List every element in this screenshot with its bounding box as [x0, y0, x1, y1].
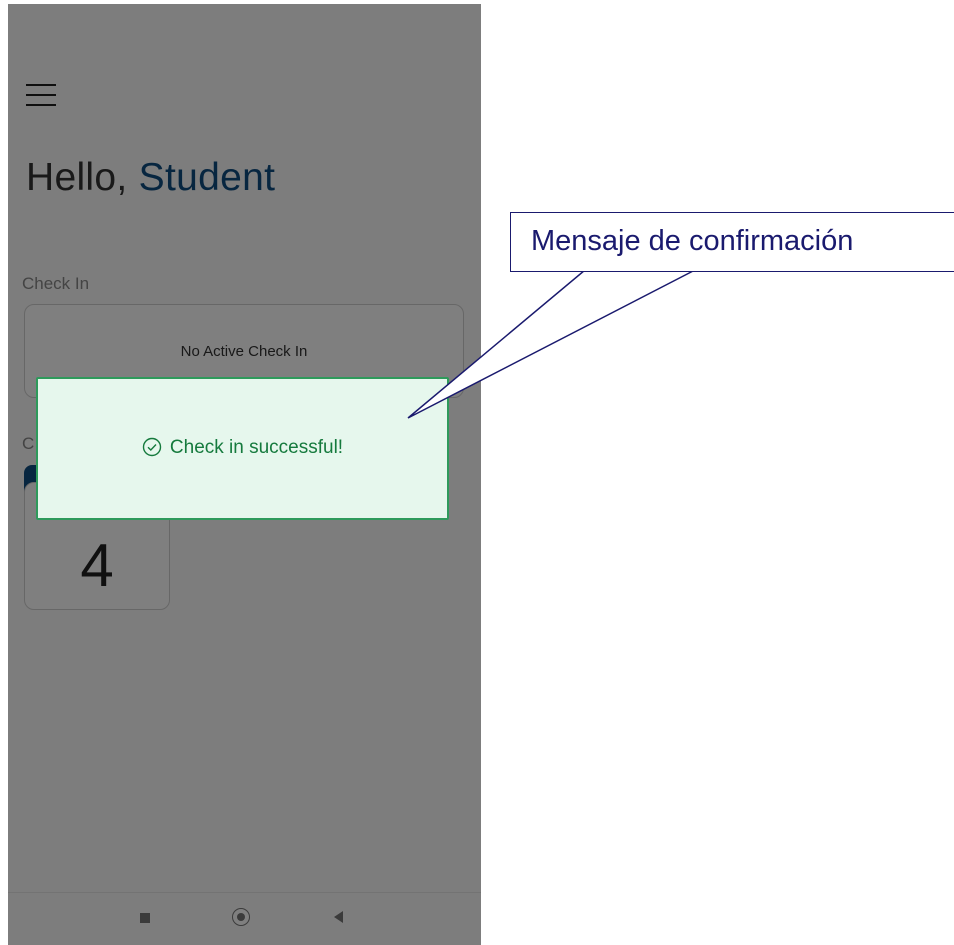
phone-screen: Hello, Student Check In No Active Check … [8, 4, 481, 945]
toast-message: Check in successful! [169, 437, 344, 458]
count-value: 4 [80, 532, 114, 599]
back-triangle-icon[interactable] [334, 911, 343, 923]
user-name: Student [138, 156, 276, 199]
count-section-label: C [22, 434, 35, 453]
recents-square-icon[interactable] [140, 913, 150, 923]
callout-box: Mensaje de confirmación [510, 212, 954, 272]
checkin-status-text: No Active Check In [180, 343, 308, 360]
callout-label: Mensaje de confirmación [531, 225, 854, 257]
check-circle-icon [142, 437, 162, 457]
android-nav-bar [8, 892, 481, 945]
checkin-section-label: Check In [22, 274, 90, 293]
success-toast: Check in successful! [36, 377, 449, 520]
greeting-heading: Hello, Student [26, 156, 275, 200]
greeting-prefix: Hello, [26, 156, 128, 199]
hamburger-menu-icon[interactable] [26, 84, 56, 106]
home-circle-icon[interactable] [232, 908, 250, 926]
